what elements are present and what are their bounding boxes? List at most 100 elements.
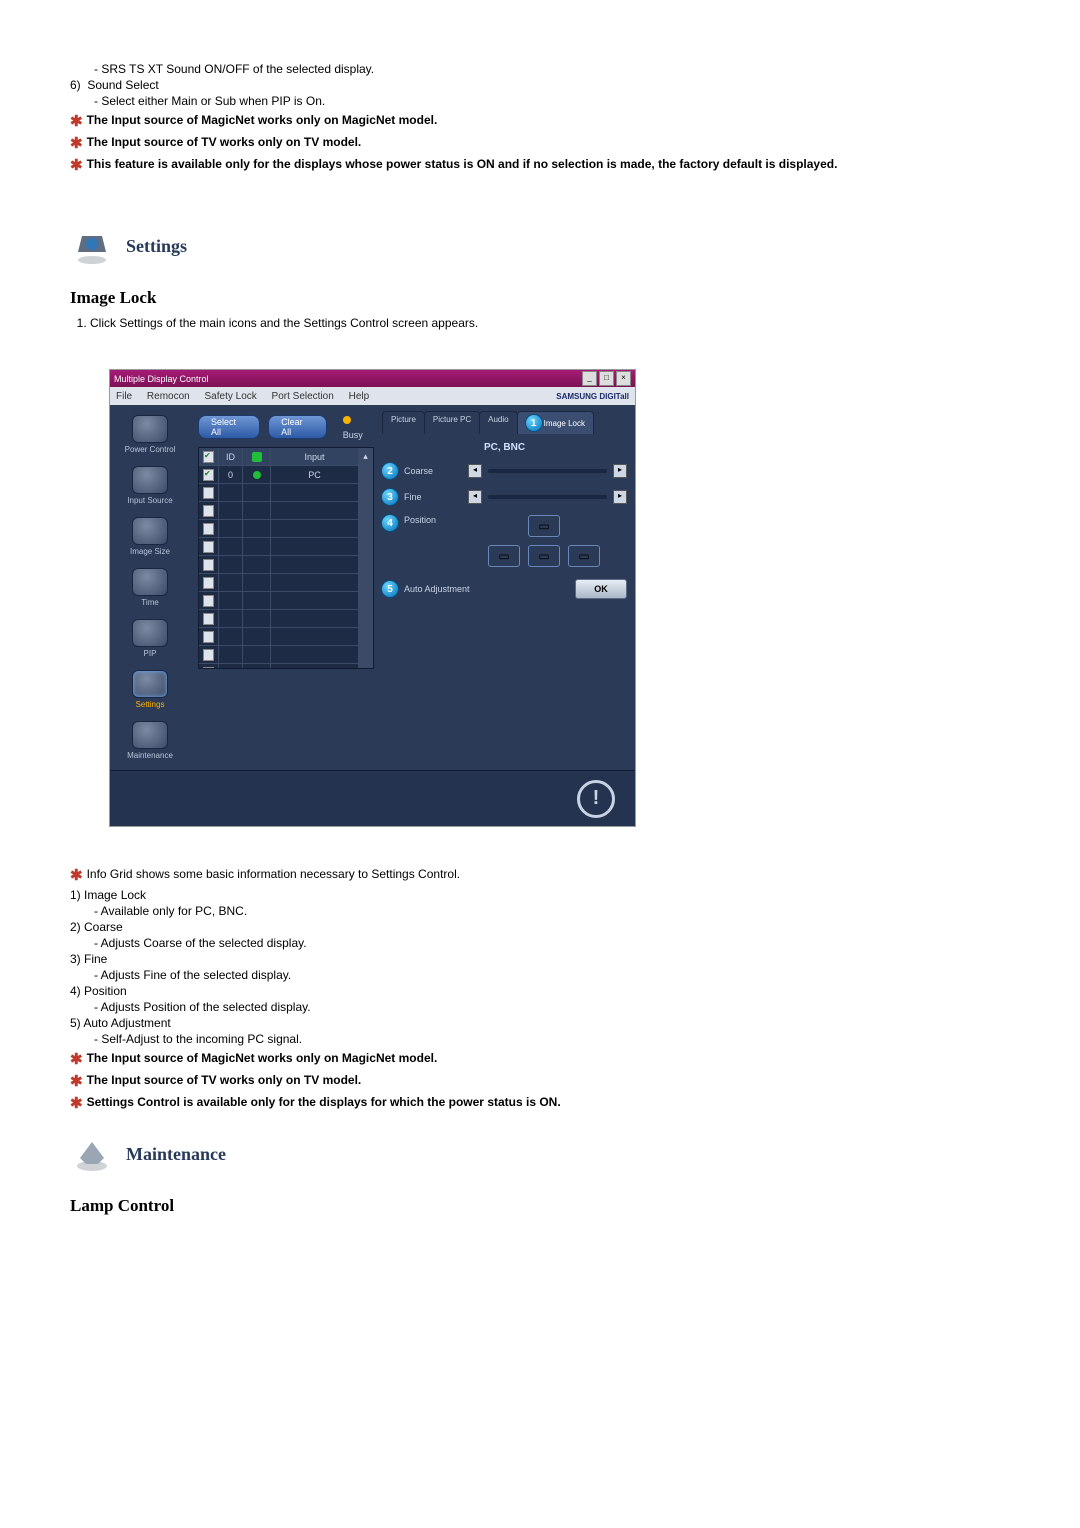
maintenance-section-head: Maintenance (70, 1132, 1010, 1176)
sidebar-item-settings[interactable]: Settings (115, 666, 185, 713)
position-pad: ▭ ▭ ▭ ▭ (488, 515, 602, 569)
list-item: 4) Position (70, 984, 1010, 998)
busy-indicator: Busy (343, 413, 374, 441)
tab-picture[interactable]: Picture (382, 411, 425, 434)
row-checkbox[interactable] (203, 613, 214, 625)
star-text-2: The Input source of TV works only on TV … (87, 135, 362, 149)
coarse-increment[interactable]: ▸ (613, 464, 627, 478)
row-checkbox[interactable] (203, 487, 214, 499)
fine-decrement[interactable]: ◂ (468, 490, 482, 504)
star-icon: ✱ (70, 113, 83, 130)
item6-label: Sound Select (87, 78, 158, 92)
warning-icon: ! (577, 780, 615, 818)
scroll-up-button[interactable]: ▴ (359, 448, 373, 466)
position-right-button[interactable]: ▭ (568, 545, 600, 567)
panel-tabs: Picture Picture PC Audio 1 Image Lock (382, 411, 627, 434)
sidebar-item-time[interactable]: Time (115, 564, 185, 611)
auto-adjust-label: Auto Adjustment (404, 584, 494, 594)
fine-slider[interactable] (488, 495, 607, 499)
tab-picture-pc[interactable]: Picture PC (424, 411, 480, 434)
lower-star-text-2: The Input source of TV works only on TV … (87, 1073, 362, 1087)
menu-port-selection[interactable]: Port Selection (272, 391, 334, 402)
row-checkbox[interactable] (203, 523, 214, 535)
settings-step-1: Click Settings of the main icons and the… (90, 316, 1010, 330)
fine-label: Fine (404, 492, 462, 502)
sidebar-label: Maintenance (115, 751, 185, 760)
settings-title: Settings (126, 236, 187, 257)
col-id-header: ID (219, 448, 243, 466)
lower-star-2: ✱The Input source of TV works only on TV… (70, 1072, 1010, 1090)
menu-items: File Remocon Safety Lock Port Selection … (116, 391, 381, 402)
star-icon: ✱ (70, 1095, 83, 1112)
lower-star-3: ✱Settings Control is available only for … (70, 1094, 1010, 1112)
sidebar-item-input-source[interactable]: Input Source (115, 462, 185, 509)
coarse-label: Coarse (404, 466, 462, 476)
row-checkbox[interactable] (203, 595, 214, 607)
ok-button[interactable]: OK (575, 579, 627, 599)
sidebar-label: Power Control (115, 445, 185, 454)
position-row: 4 Position ▭ ▭ ▭ ▭ (382, 515, 627, 569)
row-checkbox[interactable] (203, 505, 214, 517)
coarse-decrement[interactable]: ◂ (468, 464, 482, 478)
info-grid-text: Info Grid shows some basic information n… (87, 867, 461, 881)
position-left-button[interactable]: ▭ (488, 545, 520, 567)
row-checkbox[interactable] (203, 469, 214, 481)
col-input-header: Input (271, 448, 359, 466)
clear-all-button[interactable]: Clear All (268, 415, 327, 439)
status-dot-icon (253, 471, 261, 479)
position-up-button[interactable]: ▭ (528, 515, 560, 537)
star-icon: ✱ (70, 135, 83, 152)
sidebar-item-pip[interactable]: PIP (115, 615, 185, 662)
tab-audio[interactable]: Audio (479, 411, 517, 434)
star-icon: ✱ (70, 867, 83, 884)
item6-num: 6) (70, 78, 81, 92)
settings-steps: Click Settings of the main icons and the… (70, 316, 1010, 330)
maintenance-title: Maintenance (126, 1144, 226, 1165)
coarse-slider[interactable] (488, 469, 607, 473)
row-checkbox[interactable] (203, 577, 214, 589)
menu-help[interactable]: Help (349, 391, 370, 402)
position-down-button[interactable]: ▭ (528, 545, 560, 567)
fine-row: 3 Fine ◂ ▸ (382, 489, 627, 505)
list-sub: - Adjusts Fine of the selected display. (94, 968, 1010, 982)
menu-file[interactable]: File (116, 391, 132, 402)
row-checkbox[interactable] (203, 649, 214, 661)
star-note-2: ✱ The Input source of TV works only on TV… (70, 134, 1010, 152)
table-row[interactable]: 0 PC (199, 466, 373, 484)
list-sub: - Adjusts Coarse of the selected display… (94, 936, 1010, 950)
list-item: 3) Fine (70, 952, 1010, 966)
sidebar-item-image-size[interactable]: Image Size (115, 513, 185, 560)
menu-safety-lock[interactable]: Safety Lock (205, 391, 257, 402)
brand-label: SAMSUNG DIGITall (556, 392, 629, 401)
sidebar-item-power-control[interactable]: Power Control (115, 411, 185, 458)
maximize-button[interactable]: □ (599, 371, 614, 386)
settings-icon (70, 224, 114, 268)
tab-image-lock[interactable]: 1 Image Lock (517, 411, 594, 434)
row-checkbox[interactable] (203, 559, 214, 571)
lamp-control-heading: Lamp Control (70, 1196, 1010, 1216)
coarse-row: 2 Coarse ◂ ▸ (382, 463, 627, 479)
row-checkbox[interactable] (203, 541, 214, 553)
fine-increment[interactable]: ▸ (613, 490, 627, 504)
row-checkbox[interactable] (203, 667, 214, 670)
header-checkbox[interactable] (203, 451, 214, 463)
srs-sub: - SRS TS XT Sound ON/OFF of the selected… (94, 62, 1010, 76)
sidebar-label: Input Source (115, 496, 185, 505)
right-panel: Picture Picture PC Audio 1 Image Lock PC… (382, 405, 635, 770)
callout-badge-4: 4 (382, 515, 398, 531)
row-checkbox[interactable] (203, 631, 214, 643)
sidebar-item-maintenance[interactable]: Maintenance (115, 717, 185, 764)
minimize-button[interactable]: _ (582, 371, 597, 386)
table-row (199, 646, 373, 664)
select-all-button[interactable]: Select All (198, 415, 260, 439)
app-title: Multiple Display Control (114, 374, 209, 384)
sidebar-label: PIP (115, 649, 185, 658)
app-screenshot: Multiple Display Control _ □ × File Remo… (110, 370, 635, 826)
position-label: Position (404, 515, 462, 525)
auto-adjust-row: 5 Auto Adjustment OK (382, 579, 627, 599)
menu-remocon[interactable]: Remocon (147, 391, 190, 402)
app-footer: ! (110, 770, 635, 826)
row-id: 0 (219, 466, 243, 484)
close-button[interactable]: × (616, 371, 631, 386)
list-sub: - Adjusts Position of the selected displ… (94, 1000, 1010, 1014)
